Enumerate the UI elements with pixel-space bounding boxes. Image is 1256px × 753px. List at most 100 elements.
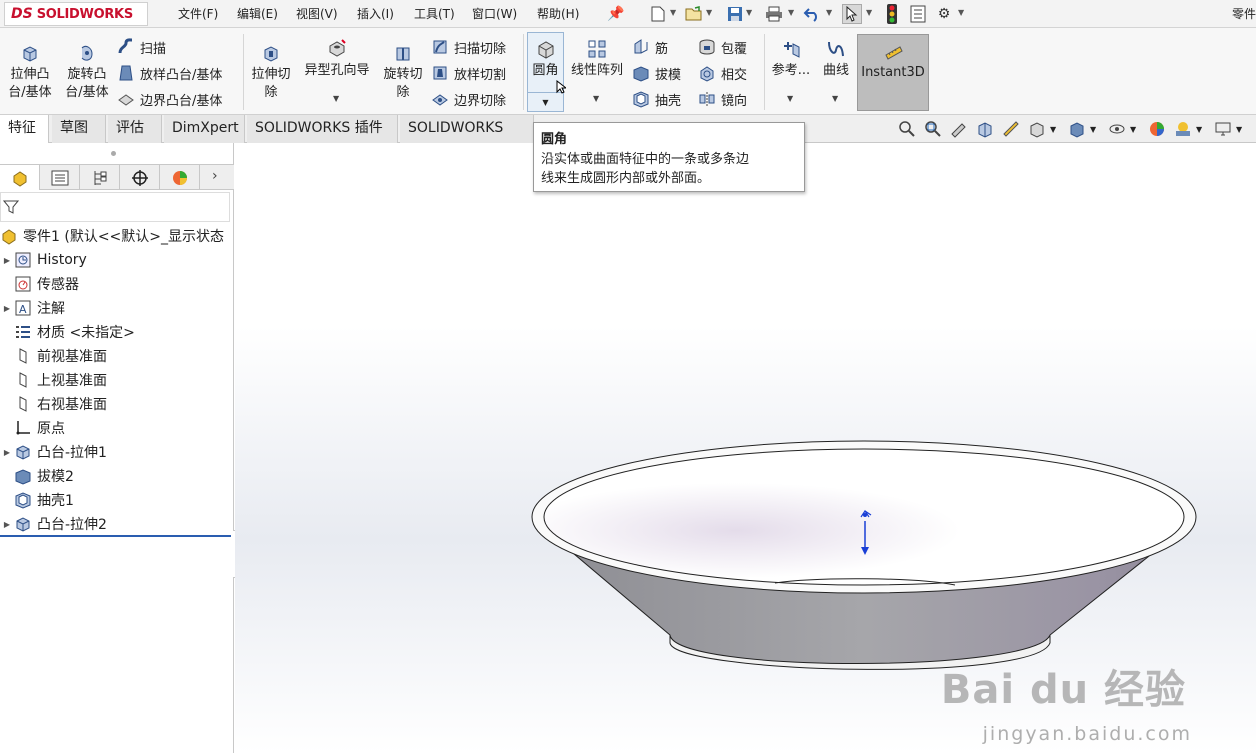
chevron-down-icon[interactable]: ▼ <box>958 8 964 17</box>
rib-button[interactable]: 筋 <box>632 36 668 58</box>
tree-item-sensors[interactable]: 传感器 <box>0 272 79 296</box>
view-settings-monitor-icon[interactable] <box>1214 120 1232 138</box>
undo-icon[interactable] <box>802 4 822 24</box>
rollback-bar[interactable] <box>0 535 231 537</box>
tab-evaluate[interactable]: 评估 <box>108 115 162 143</box>
select-pointer-icon[interactable] <box>842 4 862 24</box>
hole-wizard-button[interactable]: 异型孔向导 <box>299 38 375 80</box>
fillet-chevron-down-icon[interactable]: ▼ <box>527 92 564 112</box>
revolve-boss-button[interactable]: 旋转凸 台/基体 <box>61 42 113 102</box>
view-settings-chevron-down-icon[interactable]: ▼ <box>1236 125 1242 134</box>
new-document-icon[interactable] <box>648 4 668 24</box>
menu-file[interactable]: 文件(F) <box>178 5 218 22</box>
pin-icon[interactable]: 📌 <box>606 4 626 24</box>
mirror-button[interactable]: 镜向 <box>698 88 747 110</box>
solidworks-logo[interactable]: DS SOLIDWORKS <box>4 2 148 26</box>
reference-chevron-down-icon[interactable]: ▼ <box>787 94 793 103</box>
graphics-area[interactable]: Bai du 经验 jingyan.baidu.com <box>235 143 1256 753</box>
chevron-down-icon[interactable]: ▼ <box>826 8 832 17</box>
chevron-down-icon[interactable]: ▼ <box>788 8 794 17</box>
tree-item-front-plane[interactable]: 前视基准面 <box>0 344 107 368</box>
zoom-to-fit-icon[interactable] <box>898 120 916 138</box>
tab-property-manager[interactable] <box>40 165 80 190</box>
linear-pattern-chevron-down-icon[interactable]: ▼ <box>593 94 599 103</box>
tree-item-boss-extrude2[interactable]: ▶ 凸台-拉伸2 <box>0 512 107 536</box>
menu-insert[interactable]: 插入(I) <box>357 5 394 22</box>
extrude-cut-button[interactable]: 拉伸切 除 <box>247 42 295 102</box>
gear-icon[interactable]: ⚙ <box>934 4 954 24</box>
tree-item-boss-extrude1[interactable]: ▶ 凸台-拉伸1 <box>0 440 107 464</box>
tab-display-manager[interactable] <box>160 165 200 190</box>
tree-item-origin[interactable]: 原点 <box>0 416 65 440</box>
section-view-icon[interactable] <box>976 120 994 138</box>
open-folder-icon[interactable] <box>684 4 704 24</box>
curves-button[interactable]: 曲线 <box>818 38 854 80</box>
chevron-down-icon[interactable]: ▼ <box>706 8 712 17</box>
tree-item-annotations[interactable]: ▶ A 注解 <box>0 296 65 320</box>
instant3d-button[interactable]: Instant3D <box>857 34 929 111</box>
view-orientation-chevron-down-icon[interactable]: ▼ <box>1050 125 1056 134</box>
wrap-button[interactable]: 包覆 <box>698 36 747 58</box>
scene-chevron-down-icon[interactable]: ▼ <box>1196 125 1202 134</box>
expand-arrow-icon[interactable]: ▶ <box>0 304 14 313</box>
chevron-right-icon[interactable]: › <box>212 168 218 184</box>
print-icon[interactable] <box>764 4 784 24</box>
tab-feature-manager[interactable] <box>0 165 40 190</box>
fillet-button-content[interactable]: 圆角 <box>527 38 564 80</box>
view-orientation-icon[interactable] <box>1028 120 1046 138</box>
sweep-cut-button[interactable]: 扫描切除 <box>431 36 506 58</box>
menu-edit[interactable]: 编辑(E) <box>237 5 278 22</box>
expand-arrow-icon[interactable]: ▶ <box>0 256 14 265</box>
menu-help[interactable]: 帮助(H) <box>537 5 579 22</box>
tree-filter[interactable] <box>0 192 230 222</box>
linear-pattern-button[interactable]: 线性阵列 <box>568 38 626 80</box>
edit-appearance-icon[interactable] <box>1148 120 1166 138</box>
sweep-button[interactable]: 扫描 <box>117 36 166 58</box>
panel-grip-dot[interactable] <box>111 151 116 156</box>
expand-arrow-icon[interactable]: ▶ <box>0 520 14 529</box>
tree-item-right-plane[interactable]: 右视基准面 <box>0 392 107 416</box>
rebuild-traffic-light-icon[interactable] <box>882 4 902 24</box>
tab-solidworks-addins[interactable]: SOLIDWORKS 插件 <box>247 115 398 143</box>
tab-dimxpert-manager[interactable] <box>120 165 160 190</box>
display-style-icon[interactable] <box>1068 120 1086 138</box>
boundary-cut-button[interactable]: 边界切除 <box>431 88 506 110</box>
chevron-down-icon[interactable]: ▼ <box>866 8 872 17</box>
expand-arrow-icon[interactable]: ▶ <box>0 448 14 457</box>
tree-root-part[interactable]: 零件1 (默认<<默认>_显示状态 <box>0 224 224 248</box>
boundary-boss-button[interactable]: 边界凸台/基体 <box>117 88 222 110</box>
revolve-cut-button[interactable]: 旋转切 除 <box>379 42 427 102</box>
curves-chevron-down-icon[interactable]: ▼ <box>832 94 838 103</box>
menu-view[interactable]: 视图(V) <box>296 5 338 22</box>
menu-tools[interactable]: 工具(T) <box>414 5 455 22</box>
tree-item-top-plane[interactable]: 上视基准面 <box>0 368 107 392</box>
zoom-to-area-icon[interactable] <box>924 120 942 138</box>
hide-show-items-icon[interactable] <box>1108 120 1126 138</box>
file-properties-icon[interactable] <box>908 4 928 24</box>
reference-geometry-button[interactable]: 参考... <box>769 38 813 80</box>
intersect-button[interactable]: 相交 <box>698 62 747 84</box>
tab-sketch[interactable]: 草图 <box>52 115 106 143</box>
shell-button[interactable]: 抽壳 <box>632 88 681 110</box>
draft-button[interactable]: 拔模 <box>632 62 681 84</box>
chevron-down-icon[interactable]: ▼ <box>670 8 676 17</box>
apply-scene-icon[interactable] <box>1174 120 1192 138</box>
loft-cut-button[interactable]: 放样切割 <box>431 62 506 84</box>
tree-item-draft2[interactable]: 拔模2 <box>0 464 74 488</box>
hole-wizard-chevron-down-icon[interactable]: ▼ <box>333 94 339 103</box>
loft-boss-button[interactable]: 放样凸台/基体 <box>117 62 222 84</box>
chevron-down-icon[interactable]: ▼ <box>746 8 752 17</box>
extrude-boss-button[interactable]: 拉伸凸 台/基体 <box>4 42 56 102</box>
save-icon[interactable] <box>725 4 745 24</box>
hide-show-chevron-down-icon[interactable]: ▼ <box>1130 125 1136 134</box>
tab-solidworks-mbd[interactable]: SOLIDWORKS MBD <box>400 115 534 163</box>
tab-dimxpert[interactable]: DimXpert <box>164 115 245 143</box>
display-style-chevron-down-icon[interactable]: ▼ <box>1090 125 1096 134</box>
tree-item-material[interactable]: 材质 <未指定> <box>0 320 135 344</box>
previous-view-icon[interactable] <box>950 120 968 138</box>
tree-item-history[interactable]: ▶ History <box>0 248 87 272</box>
tab-features[interactable]: 特征 <box>0 115 49 143</box>
dynamic-annotation-icon[interactable] <box>1002 120 1020 138</box>
tab-configuration-manager[interactable] <box>80 165 120 190</box>
tree-item-shell1[interactable]: 抽壳1 <box>0 488 74 512</box>
